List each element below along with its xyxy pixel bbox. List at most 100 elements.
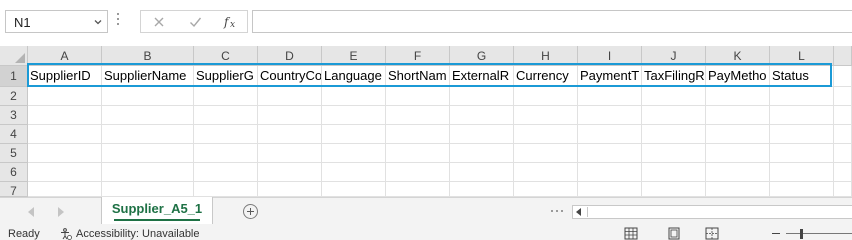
cell-g4[interactable] (450, 125, 514, 144)
cell-f5[interactable] (386, 144, 450, 163)
cell-k4[interactable] (706, 125, 770, 144)
cell-h3[interactable] (514, 106, 578, 125)
cell-k7[interactable] (706, 182, 770, 197)
horizontal-scrollbar[interactable] (572, 205, 852, 219)
cell-f3[interactable] (386, 106, 450, 125)
cell-g1[interactable]: ExternalR (450, 66, 514, 87)
cell-c5[interactable] (194, 144, 258, 163)
cell-i7[interactable] (578, 182, 642, 197)
cell-k3[interactable] (706, 106, 770, 125)
cell-l5[interactable] (770, 144, 834, 163)
plus-circle-icon[interactable] (243, 204, 258, 219)
cell-k1[interactable]: PayMetho (706, 66, 770, 87)
cell-e2[interactable] (322, 87, 386, 106)
cell-d7[interactable] (258, 182, 322, 197)
cell-e3[interactable] (322, 106, 386, 125)
cell-j5[interactable] (642, 144, 706, 163)
cell-c3[interactable] (194, 106, 258, 125)
row-header-3[interactable]: 3 (0, 106, 28, 125)
cell-b6[interactable] (102, 163, 194, 182)
insert-function-button[interactable]: f x (215, 11, 247, 32)
cell-f1[interactable]: ShortNam (386, 66, 450, 87)
page-break-preview-icon[interactable] (705, 227, 719, 240)
cell-h7[interactable] (514, 182, 578, 197)
cell-m4[interactable] (834, 125, 852, 144)
cell-i4[interactable] (578, 125, 642, 144)
scroll-left-icon[interactable] (576, 208, 581, 216)
cell-m7[interactable] (834, 182, 852, 197)
cell-j4[interactable] (642, 125, 706, 144)
cell-e5[interactable] (322, 144, 386, 163)
chevron-down-icon[interactable] (92, 16, 104, 28)
cell-g5[interactable] (450, 144, 514, 163)
column-header-m[interactable] (834, 46, 852, 66)
row-header-7[interactable]: 7 (0, 182, 28, 198)
cell-c4[interactable] (194, 125, 258, 144)
cell-d5[interactable] (258, 144, 322, 163)
name-box[interactable]: N1 (5, 10, 108, 33)
cell-c1[interactable]: SupplierG (194, 66, 258, 87)
accessibility-status[interactable]: Accessibility: Unavailable (60, 228, 200, 240)
cell-c6[interactable] (194, 163, 258, 182)
cell-h4[interactable] (514, 125, 578, 144)
cell-f2[interactable] (386, 87, 450, 106)
column-header-f[interactable]: F (386, 46, 450, 66)
cell-j7[interactable] (642, 182, 706, 197)
cell-i6[interactable] (578, 163, 642, 182)
cell-j6[interactable] (642, 163, 706, 182)
cell-k2[interactable] (706, 87, 770, 106)
column-header-e[interactable]: E (322, 46, 386, 66)
cancel-button[interactable] (143, 11, 175, 32)
row-header-1[interactable]: 1 (0, 66, 28, 87)
cell-j3[interactable] (642, 106, 706, 125)
cell-a5[interactable] (28, 144, 102, 163)
cell-l4[interactable] (770, 125, 834, 144)
sheet-tab-supplier[interactable]: Supplier_A5_1 (101, 197, 213, 224)
cell-b1[interactable]: SupplierName (102, 66, 194, 87)
cell-l1[interactable]: Status (770, 66, 834, 87)
cell-i2[interactable] (578, 87, 642, 106)
row-header-2[interactable]: 2 (0, 87, 28, 106)
cell-d6[interactable] (258, 163, 322, 182)
cell-l3[interactable] (770, 106, 834, 125)
column-header-k[interactable]: K (706, 46, 770, 66)
cell-m1[interactable] (834, 66, 852, 87)
column-header-a[interactable]: A (28, 46, 102, 66)
cell-l2[interactable] (770, 87, 834, 106)
cell-k6[interactable] (706, 163, 770, 182)
column-header-g[interactable]: G (450, 46, 514, 66)
row-header-5[interactable]: 5 (0, 144, 28, 163)
row-header-4[interactable]: 4 (0, 125, 28, 144)
cell-a1[interactable]: SupplierID (28, 66, 102, 87)
drag-handle-icon[interactable] (117, 13, 120, 29)
enter-button[interactable] (179, 11, 211, 32)
cell-i1[interactable]: PaymentT (578, 66, 642, 87)
cell-a7[interactable] (28, 182, 102, 197)
cell-e6[interactable] (322, 163, 386, 182)
cell-g3[interactable] (450, 106, 514, 125)
column-header-h[interactable]: H (514, 46, 578, 66)
cell-m5[interactable] (834, 144, 852, 163)
cell-b7[interactable] (102, 182, 194, 197)
cell-e4[interactable] (322, 125, 386, 144)
cell-m3[interactable] (834, 106, 852, 125)
zoom-out-icon[interactable] (772, 233, 780, 234)
column-header-d[interactable]: D (258, 46, 322, 66)
cell-l7[interactable] (770, 182, 834, 197)
column-header-i[interactable]: I (578, 46, 642, 66)
cell-f7[interactable] (386, 182, 450, 197)
cell-h1[interactable]: Currency (514, 66, 578, 87)
cell-d3[interactable] (258, 106, 322, 125)
cell-a2[interactable] (28, 87, 102, 106)
row-header-6[interactable]: 6 (0, 163, 28, 182)
cell-g2[interactable] (450, 87, 514, 106)
cell-g7[interactable] (450, 182, 514, 197)
sheet-nav-left-icon[interactable] (28, 207, 34, 217)
cell-h5[interactable] (514, 144, 578, 163)
formula-input[interactable] (252, 10, 852, 33)
cell-b2[interactable] (102, 87, 194, 106)
cell-g6[interactable] (450, 163, 514, 182)
cell-a6[interactable] (28, 163, 102, 182)
column-header-c[interactable]: C (194, 46, 258, 66)
cell-e1[interactable]: Language (322, 66, 386, 87)
